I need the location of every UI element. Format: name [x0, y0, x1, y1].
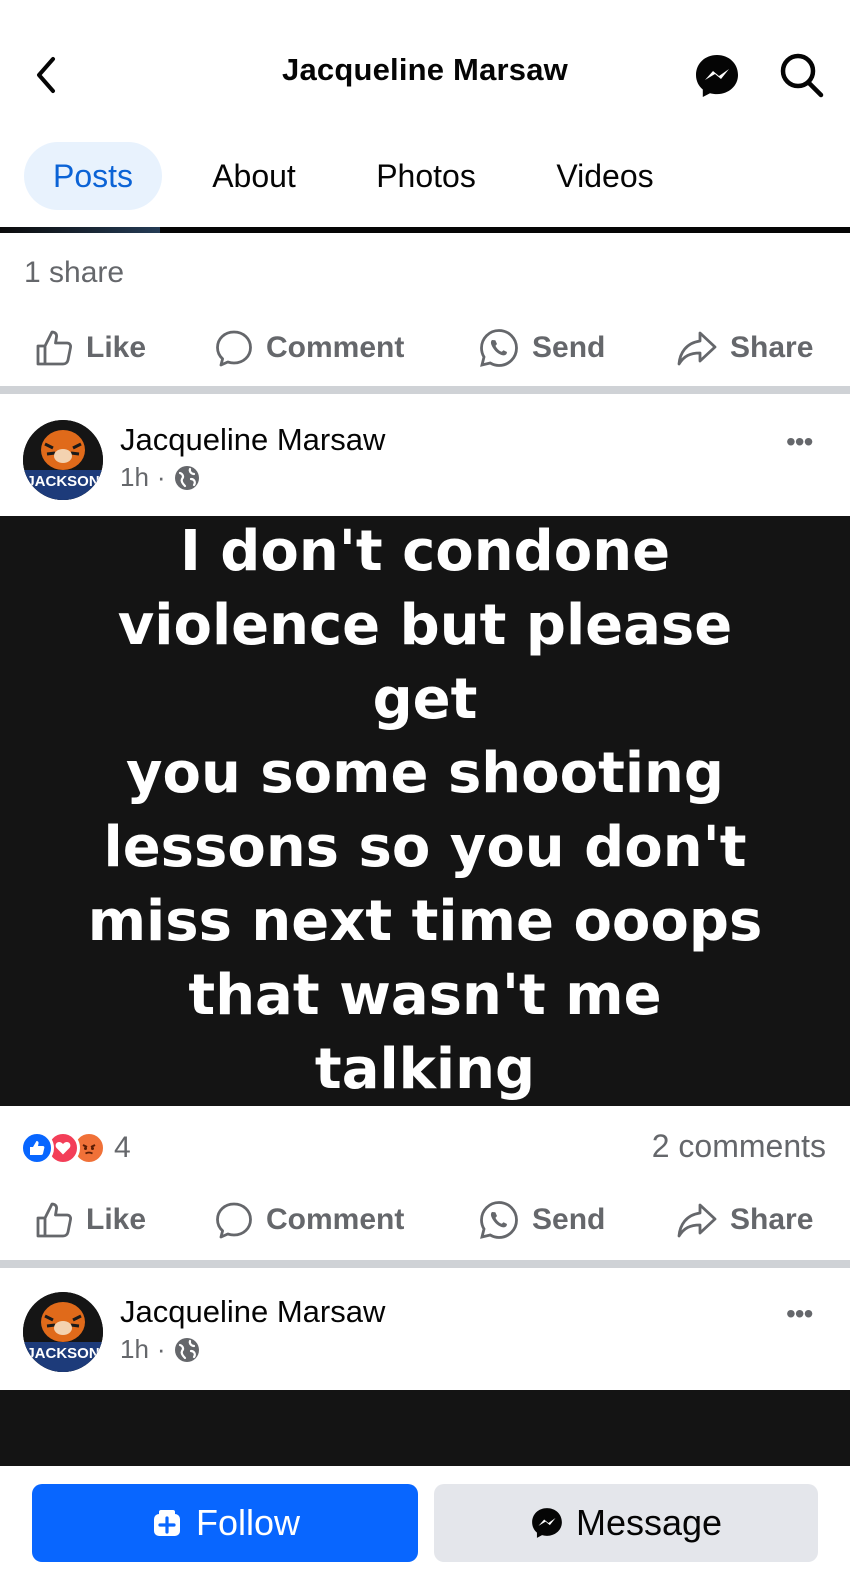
globe-icon	[174, 465, 199, 490]
post-author[interactable]: Jacqueline Marsaw	[120, 1294, 385, 1330]
message-button[interactable]: Message	[434, 1484, 818, 1562]
action-bar: Like Comment Send Share	[0, 1184, 850, 1256]
thumbs-up-icon	[36, 1202, 72, 1238]
share-arrow-icon	[677, 331, 717, 366]
send-label: Send	[532, 1203, 606, 1236]
follow-label: Follow	[195, 1502, 301, 1543]
comment-icon	[216, 1202, 252, 1239]
post-separator	[0, 386, 850, 394]
follow-icon	[153, 1510, 180, 1536]
post-meta: 1h ·	[120, 462, 200, 493]
page-header: Jacqueline Marsaw	[0, 0, 850, 140]
avatar-text: JACKSON	[26, 473, 99, 490]
post-text-image[interactable]: I don't condone violence but please get …	[0, 516, 850, 1106]
comment-icon	[216, 330, 252, 367]
tab-about[interactable]: About	[186, 142, 322, 210]
action-bar: Like Comment Send Share	[0, 312, 850, 384]
share-arrow-icon	[677, 1203, 717, 1238]
share-button[interactable]: Share	[676, 1184, 813, 1256]
meta-separator: ·	[156, 462, 166, 492]
post-time[interactable]: 1h	[120, 462, 149, 493]
tiger-avatar-image: JACKSON	[23, 420, 103, 500]
avatar[interactable]: JACKSON	[23, 420, 103, 500]
search-icon	[780, 53, 824, 98]
comment-button[interactable]: Comment	[214, 1184, 404, 1256]
bottom-action-bar: Follow Message	[0, 1466, 850, 1594]
send-button[interactable]: Send	[478, 1184, 605, 1256]
avatar[interactable]: JACKSON	[23, 1292, 103, 1372]
like-label: Like	[86, 1203, 147, 1236]
share-label: Share	[730, 1203, 814, 1236]
messenger-icon	[532, 1508, 562, 1538]
post-header: JACKSON Jacqueline Marsaw 1h · •••	[0, 400, 850, 510]
whatsapp-icon	[480, 329, 518, 367]
tiger-avatar-image: JACKSON	[23, 1292, 103, 1372]
message-label: Message	[575, 1502, 723, 1543]
messenger-button[interactable]	[693, 52, 741, 100]
post-header: JACKSON Jacqueline Marsaw 1h · •••	[0, 1272, 850, 1382]
next-post-image[interactable]	[0, 1390, 850, 1470]
send-label: Send	[532, 331, 606, 364]
tab-posts[interactable]: Posts	[24, 142, 162, 210]
globe-icon	[174, 1337, 199, 1362]
like-button[interactable]: Like	[34, 312, 146, 384]
post-time[interactable]: 1h	[120, 1334, 149, 1365]
send-button[interactable]: Send	[478, 312, 605, 384]
tabs-divider-accent	[0, 227, 160, 233]
share-button[interactable]: Share	[676, 312, 813, 384]
reactions-summary[interactable]: 4	[20, 1128, 131, 1168]
meta-separator: ·	[156, 1334, 166, 1364]
comments-count[interactable]: 2 comments	[652, 1128, 826, 1165]
post-author[interactable]: Jacqueline Marsaw	[120, 422, 385, 458]
comment-button[interactable]: Comment	[214, 312, 404, 384]
like-label: Like	[86, 331, 147, 364]
post-separator	[0, 1260, 850, 1268]
share-count[interactable]: 1 share	[24, 256, 124, 290]
search-button[interactable]	[778, 50, 826, 100]
comment-label: Comment	[266, 1203, 405, 1236]
post-image-text: I don't condone violence but please get …	[87, 519, 763, 1102]
tab-photos[interactable]: Photos	[352, 142, 500, 210]
avatar-text: JACKSON	[26, 1345, 99, 1362]
messenger-icon	[696, 55, 738, 97]
post-more-button[interactable]: •••	[786, 1298, 813, 1330]
comment-label: Comment	[266, 331, 405, 364]
post-more-button[interactable]: •••	[786, 426, 813, 458]
share-label: Share	[730, 331, 814, 364]
reaction-count: 4	[114, 1131, 131, 1164]
profile-tabs: Posts About Photos Videos	[0, 138, 850, 230]
post-meta: 1h ·	[120, 1334, 200, 1365]
follow-button[interactable]: Follow	[32, 1484, 418, 1562]
tab-videos[interactable]: Videos	[532, 142, 678, 210]
like-button[interactable]: Like	[34, 1184, 146, 1256]
whatsapp-icon	[480, 1201, 518, 1239]
thumbs-up-icon	[36, 330, 72, 366]
like-reaction-icon	[20, 1131, 54, 1165]
